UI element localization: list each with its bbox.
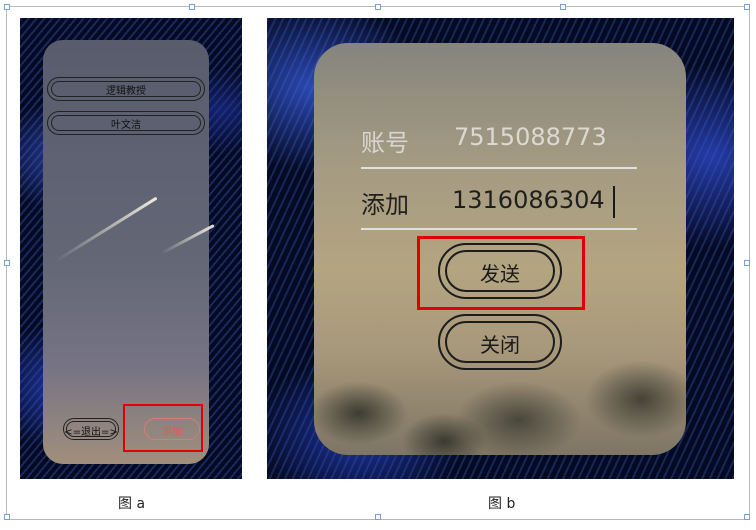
resize-handle[interactable] bbox=[560, 4, 566, 10]
contact-name: 逻辑教授 bbox=[106, 86, 146, 97]
divider bbox=[361, 228, 637, 230]
contact-item[interactable]: 逻辑教授 bbox=[47, 77, 205, 101]
close-button[interactable]: 关闭 bbox=[438, 314, 562, 370]
highlight-box-add bbox=[123, 404, 203, 452]
resize-handle[interactable] bbox=[4, 514, 10, 520]
resize-handle[interactable] bbox=[4, 260, 10, 266]
figure-b-screenshot: 账号 7515088773 添加 发送 关闭 bbox=[267, 18, 734, 479]
add-account-input[interactable] bbox=[452, 183, 612, 217]
exit-button-label: <=退出=> bbox=[64, 427, 118, 438]
caption-b: 图 b bbox=[488, 496, 516, 512]
text-cursor bbox=[613, 186, 615, 218]
exit-button[interactable]: <=退出=> bbox=[63, 418, 119, 440]
resize-handle[interactable] bbox=[744, 514, 750, 520]
resize-handle[interactable] bbox=[189, 4, 195, 10]
account-value: 7515088773 bbox=[454, 123, 607, 151]
contact-list-window: 逻辑教授 叶文洁 <=退出=> 添加 bbox=[43, 40, 215, 464]
contact-name: 叶文洁 bbox=[111, 120, 141, 131]
meteor-streak bbox=[54, 196, 158, 263]
divider bbox=[361, 167, 637, 169]
send-button-label: 发送 bbox=[480, 262, 520, 286]
caption-a: 图 a bbox=[118, 496, 146, 512]
account-label: 账号 bbox=[361, 129, 409, 157]
resize-handle[interactable] bbox=[375, 514, 381, 520]
resize-handle[interactable] bbox=[744, 260, 750, 266]
meteor-streak bbox=[160, 224, 215, 255]
add-label: 添加 bbox=[361, 191, 409, 219]
resize-handle[interactable] bbox=[744, 4, 750, 10]
resize-handle[interactable] bbox=[4, 4, 10, 10]
resize-handle[interactable] bbox=[375, 4, 381, 10]
contact-item[interactable]: 叶文洁 bbox=[47, 111, 205, 135]
close-button-label: 关闭 bbox=[480, 333, 520, 357]
